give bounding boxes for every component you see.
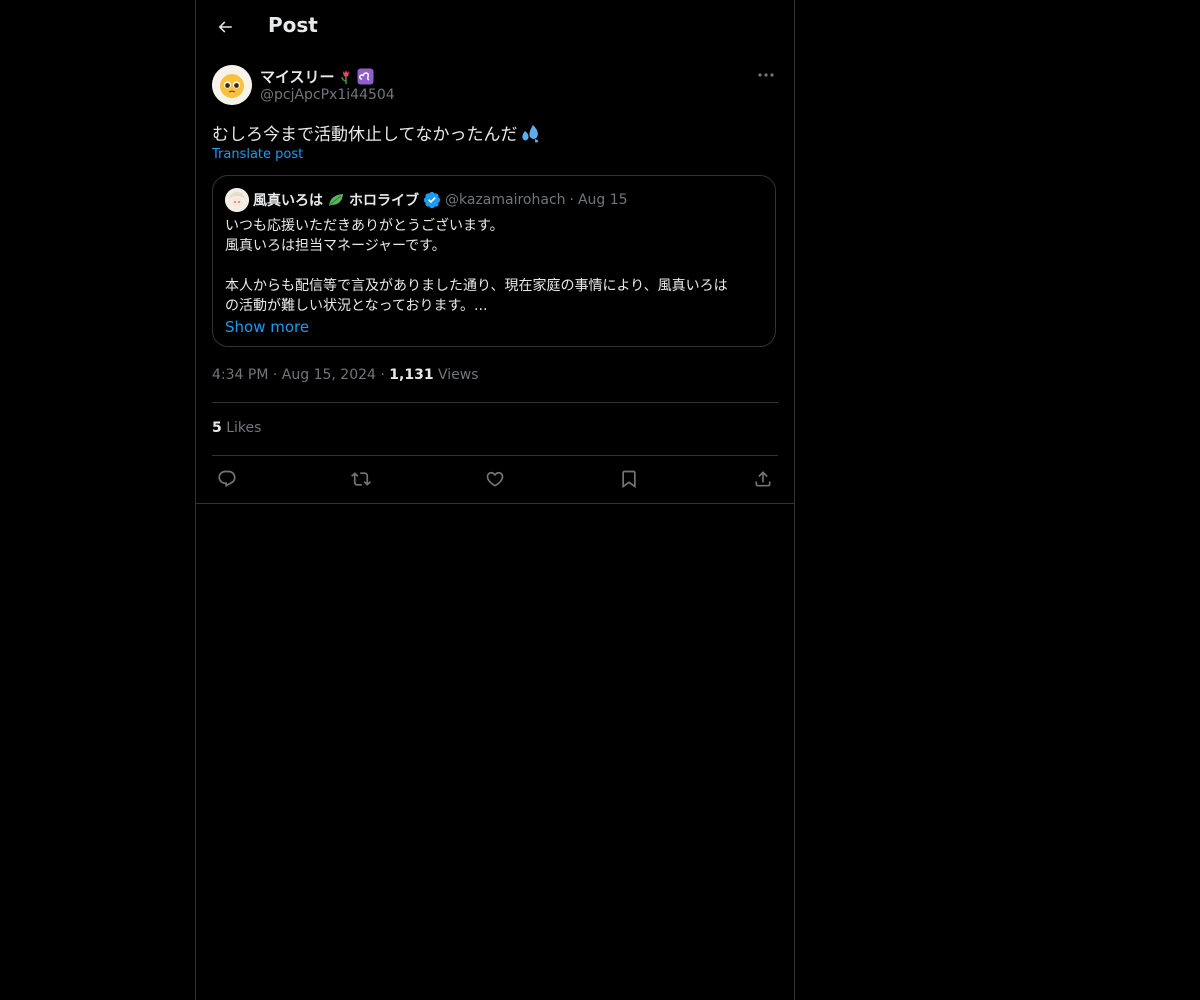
translate-post-link[interactable]: Translate post [212, 147, 303, 162]
quoted-post-text: いつも応援いただきありがとうございます。 風真いろは担当マネージャーです。 本人… [225, 216, 767, 316]
bookmark-icon [622, 470, 636, 489]
share-button[interactable] [750, 466, 776, 492]
quoted-post[interactable]: 風真いろは ホロライブ @kazamairohach · Aug 15 いつも応… [212, 175, 776, 347]
author-name[interactable]: マイスリー [260, 66, 374, 87]
post-time[interactable]: 4:34 PM [212, 367, 268, 383]
likes-label: Likes [226, 420, 262, 436]
quoted-post-date[interactable]: Aug 15 [578, 192, 628, 208]
more-horizontal-icon [758, 73, 774, 77]
quoted-line [225, 256, 767, 276]
arrow-left-icon [218, 21, 232, 33]
separator-dot: · [272, 367, 282, 383]
reply-icon [218, 470, 236, 488]
repost-icon [351, 472, 371, 486]
post-metadata: 4:34 PM · Aug 15, 2024 · 1,131 Views [212, 367, 479, 383]
quoted-avatar-image [225, 188, 249, 212]
leaf-emoji-icon [329, 194, 343, 206]
views-count: 1,131 [389, 367, 434, 383]
quoted-line: 本人からも配信等で言及がありました通り、現在家庭の事情により、風真いろは [225, 278, 728, 294]
quoted-author-suffix[interactable]: ホロライブ [349, 190, 419, 210]
page-title: Post [268, 13, 318, 37]
repost-button[interactable] [348, 466, 374, 492]
pleading-face-icon [212, 65, 252, 105]
quoted-author-name[interactable]: 風真いろは [253, 190, 323, 210]
divider [196, 503, 794, 504]
divider [212, 455, 778, 456]
post-text: むしろ今まで活動休止してなかったんだ [212, 120, 542, 145]
quoted-line: 風真いろは担当マネージャーです。 [225, 238, 446, 254]
separator-dot: · [380, 367, 390, 383]
post-text-content: むしろ今まで活動休止してなかったんだ [212, 125, 518, 145]
views-label: Views [438, 367, 479, 383]
share-icon [755, 471, 771, 487]
like-button[interactable] [482, 466, 508, 492]
quoted-avatar[interactable] [225, 188, 249, 212]
quoted-author-handle[interactable]: @kazamairohach [445, 192, 566, 208]
likes-count: 5 [212, 420, 222, 436]
divider [212, 402, 778, 403]
post-detail-column: Post マイスリー @pcjApcPx1i44504 むしろ今まで活動休止して… [195, 0, 795, 1000]
action-bar [212, 466, 778, 492]
leo-sign-icon [357, 68, 374, 85]
avatar[interactable] [212, 65, 252, 105]
author-name-text: マイスリー [260, 68, 335, 86]
reply-button[interactable] [214, 466, 240, 492]
quoted-line: いつも応援いただきありがとうございます。 [225, 218, 504, 234]
sweat-droplets-icon [521, 124, 538, 142]
verified-badge-icon [423, 191, 441, 209]
heart-icon [486, 471, 504, 487]
post-date[interactable]: Aug 15, 2024 [282, 367, 376, 383]
author-handle[interactable]: @pcjApcPx1i44504 [260, 87, 395, 103]
page-header: Post [196, 0, 794, 53]
back-button[interactable] [208, 10, 242, 44]
more-options-button[interactable] [754, 64, 778, 86]
separator-dot: · [569, 192, 574, 208]
bookmark-button[interactable] [616, 466, 642, 492]
show-more-link[interactable]: Show more [225, 318, 309, 336]
likes-summary[interactable]: 5 Likes [212, 420, 261, 436]
quoted-post-header: 風真いろは ホロライブ @kazamairohach · Aug 15 [225, 188, 628, 212]
quoted-line: の活動が難しい状況となっております。... [225, 298, 488, 314]
tulip-emoji-icon [340, 70, 349, 84]
